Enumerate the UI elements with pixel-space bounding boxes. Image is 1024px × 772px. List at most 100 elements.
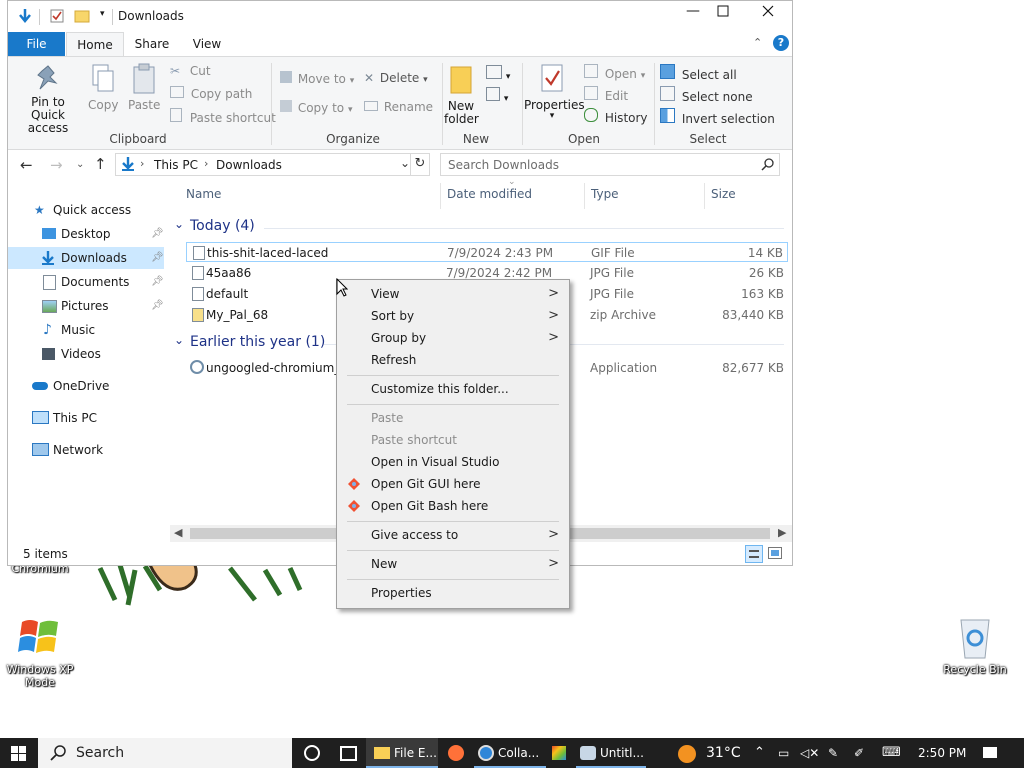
windows-start-icon: [11, 746, 26, 761]
nav-this-pc[interactable]: This PC: [8, 407, 164, 429]
table-row[interactable]: this-shit-laced-laced 7/9/2024 2:43 PM G…: [186, 242, 788, 262]
breadcrumb-downloads[interactable]: Downloads: [216, 158, 282, 172]
move-to-button[interactable]: Move to ▾: [280, 71, 354, 86]
tab-home[interactable]: Home: [66, 32, 124, 57]
collapse-ribbon-icon[interactable]: ⌃: [753, 36, 762, 49]
clock-time[interactable]: 2:50 PM: [918, 738, 966, 768]
column-header-name[interactable]: Name: [186, 187, 221, 201]
invert-selection-button[interactable]: Invert selection: [660, 108, 775, 126]
column-header-size[interactable]: Size: [711, 187, 736, 201]
nav-network[interactable]: Network: [8, 439, 164, 461]
new-item-button[interactable]: ▾: [486, 65, 510, 82]
nav-onedrive[interactable]: OneDrive: [8, 375, 164, 397]
menu-item-new[interactable]: New >: [337, 553, 569, 575]
copy-button[interactable]: Copy: [88, 63, 118, 112]
customize-quick-access-dropdown-icon[interactable]: ▾: [100, 9, 105, 19]
taskbar-app-chrome[interactable]: Colla...: [474, 738, 546, 768]
nav-quick-access[interactable]: ★ Quick access: [8, 199, 164, 221]
taskbar-app-firefox[interactable]: [442, 738, 470, 768]
tab-share[interactable]: Share: [126, 32, 178, 56]
menu-item-give-access-to[interactable]: Give access to >: [337, 524, 569, 546]
history-button[interactable]: History: [584, 108, 648, 125]
windows-xp-mode-desktop-icon[interactable]: Windows XP Mode: [2, 612, 78, 689]
new-folder-quick-icon[interactable]: [74, 9, 90, 23]
menu-item-properties[interactable]: Properties: [337, 582, 569, 604]
forward-button[interactable]: →: [50, 156, 63, 174]
maximize-button[interactable]: [708, 5, 738, 20]
tab-view[interactable]: View: [182, 32, 232, 56]
scroll-right-icon[interactable]: ▶: [778, 526, 786, 539]
properties-check-icon[interactable]: [50, 9, 64, 23]
menu-item-paste-shortcut[interactable]: Paste shortcut: [337, 429, 569, 451]
taskbar-app-file-explorer[interactable]: File E...: [366, 738, 438, 768]
nav-music[interactable]: ♪ Music: [8, 319, 164, 341]
taskbar-search-box[interactable]: Search: [38, 738, 292, 768]
column-header-type[interactable]: Type: [591, 187, 619, 201]
menu-item-paste[interactable]: Paste: [337, 407, 569, 429]
select-all-button[interactable]: Select all: [660, 64, 737, 82]
menu-item-refresh[interactable]: Refresh: [337, 349, 569, 371]
copy-path-button[interactable]: Copy path: [170, 86, 252, 101]
search-icon[interactable]: [761, 158, 774, 171]
tab-file[interactable]: File: [8, 32, 65, 56]
menu-item-view[interactable]: View >: [337, 283, 569, 305]
menu-item-customize-folder[interactable]: Customize this folder...: [337, 378, 569, 400]
address-dropdown-icon[interactable]: ⌄: [400, 156, 410, 170]
column-header-date-modified[interactable]: Date modified: [447, 187, 532, 201]
handwriting-tray-icon[interactable]: ✐: [854, 738, 864, 768]
pin-to-quick-access-button[interactable]: Pin to Quick access: [12, 63, 84, 135]
help-icon[interactable]: ?: [773, 35, 789, 51]
address-bar[interactable]: › This PC › Downloads ⌄: [115, 153, 419, 176]
recycle-bin-desktop-icon[interactable]: Recycle Bin: [936, 614, 1014, 676]
paste-button[interactable]: Paste: [128, 63, 160, 112]
minimize-button[interactable]: —: [678, 3, 708, 19]
network-tray-icon[interactable]: ▭: [778, 738, 789, 768]
task-view-icon-button[interactable]: [334, 738, 362, 768]
open-button[interactable]: Open ▾: [584, 64, 645, 81]
menu-item-open-git-bash[interactable]: Open Git Bash here: [337, 495, 569, 517]
nav-documents[interactable]: Documents 📌︎: [8, 271, 164, 293]
copy-to-button[interactable]: Copy to ▾: [280, 100, 353, 115]
menu-item-open-git-gui[interactable]: Open Git GUI here: [337, 473, 569, 495]
search-box[interactable]: Search Downloads: [440, 153, 780, 176]
delete-button[interactable]: ✕ Delete ▾: [364, 71, 428, 85]
show-hidden-icons-chevron-up-icon[interactable]: ⌃: [754, 738, 765, 768]
nav-videos[interactable]: Videos: [8, 343, 164, 365]
keyboard-tray-icon[interactable]: ⌨: [882, 738, 901, 768]
rename-button[interactable]: Rename: [364, 100, 433, 114]
menu-item-group-by[interactable]: Group by >: [337, 327, 569, 349]
weather-widget[interactable]: 31°C: [674, 738, 744, 768]
select-none-button[interactable]: Select none: [660, 86, 753, 104]
title-bar[interactable]: ▾ Downloads —: [8, 1, 792, 32]
up-button[interactable]: ↑: [94, 155, 107, 173]
pen-tray-icon[interactable]: ✎: [828, 738, 838, 768]
easy-access-button[interactable]: ▾: [486, 87, 508, 104]
menu-item-open-in-visual-studio[interactable]: Open in Visual Studio: [337, 451, 569, 473]
recent-locations-dropdown-icon[interactable]: ⌄: [76, 159, 84, 170]
refresh-button[interactable]: ↻: [410, 153, 430, 176]
menu-item-sort-by[interactable]: Sort by >: [337, 305, 569, 327]
quick-access-down-arrow-icon[interactable]: [17, 8, 33, 24]
breadcrumb-this-pc[interactable]: This PC: [154, 158, 198, 172]
taskbar-app-paint[interactable]: [548, 738, 572, 768]
clipboard-group-label: Clipboard: [109, 132, 167, 146]
volume-muted-icon[interactable]: ◁✕: [800, 738, 819, 768]
properties-button[interactable]: Properties ▾: [524, 63, 585, 121]
start-button[interactable]: [0, 738, 36, 768]
back-button[interactable]: ←: [20, 156, 33, 174]
scroll-left-icon[interactable]: ◀: [174, 526, 182, 539]
edit-button[interactable]: Edit: [584, 86, 628, 103]
nav-desktop[interactable]: Desktop 📌︎: [8, 223, 164, 245]
details-view-button[interactable]: [745, 545, 763, 563]
close-button[interactable]: [753, 5, 783, 20]
nav-pictures[interactable]: Pictures 📌︎: [8, 295, 164, 317]
group-header-today[interactable]: ⌄ Today (4): [174, 217, 784, 237]
task-view-button[interactable]: [298, 738, 326, 768]
large-icons-view-button[interactable]: [768, 547, 782, 559]
notifications-icon[interactable]: [982, 738, 1002, 768]
new-folder-button[interactable]: New folder: [444, 63, 479, 126]
cut-button[interactable]: ✂ Cut: [170, 64, 211, 78]
nav-downloads[interactable]: Downloads 📌︎: [8, 247, 164, 269]
taskbar-app-untitled[interactable]: Untitl...: [576, 738, 646, 768]
paste-shortcut-button[interactable]: Paste shortcut: [170, 108, 276, 125]
